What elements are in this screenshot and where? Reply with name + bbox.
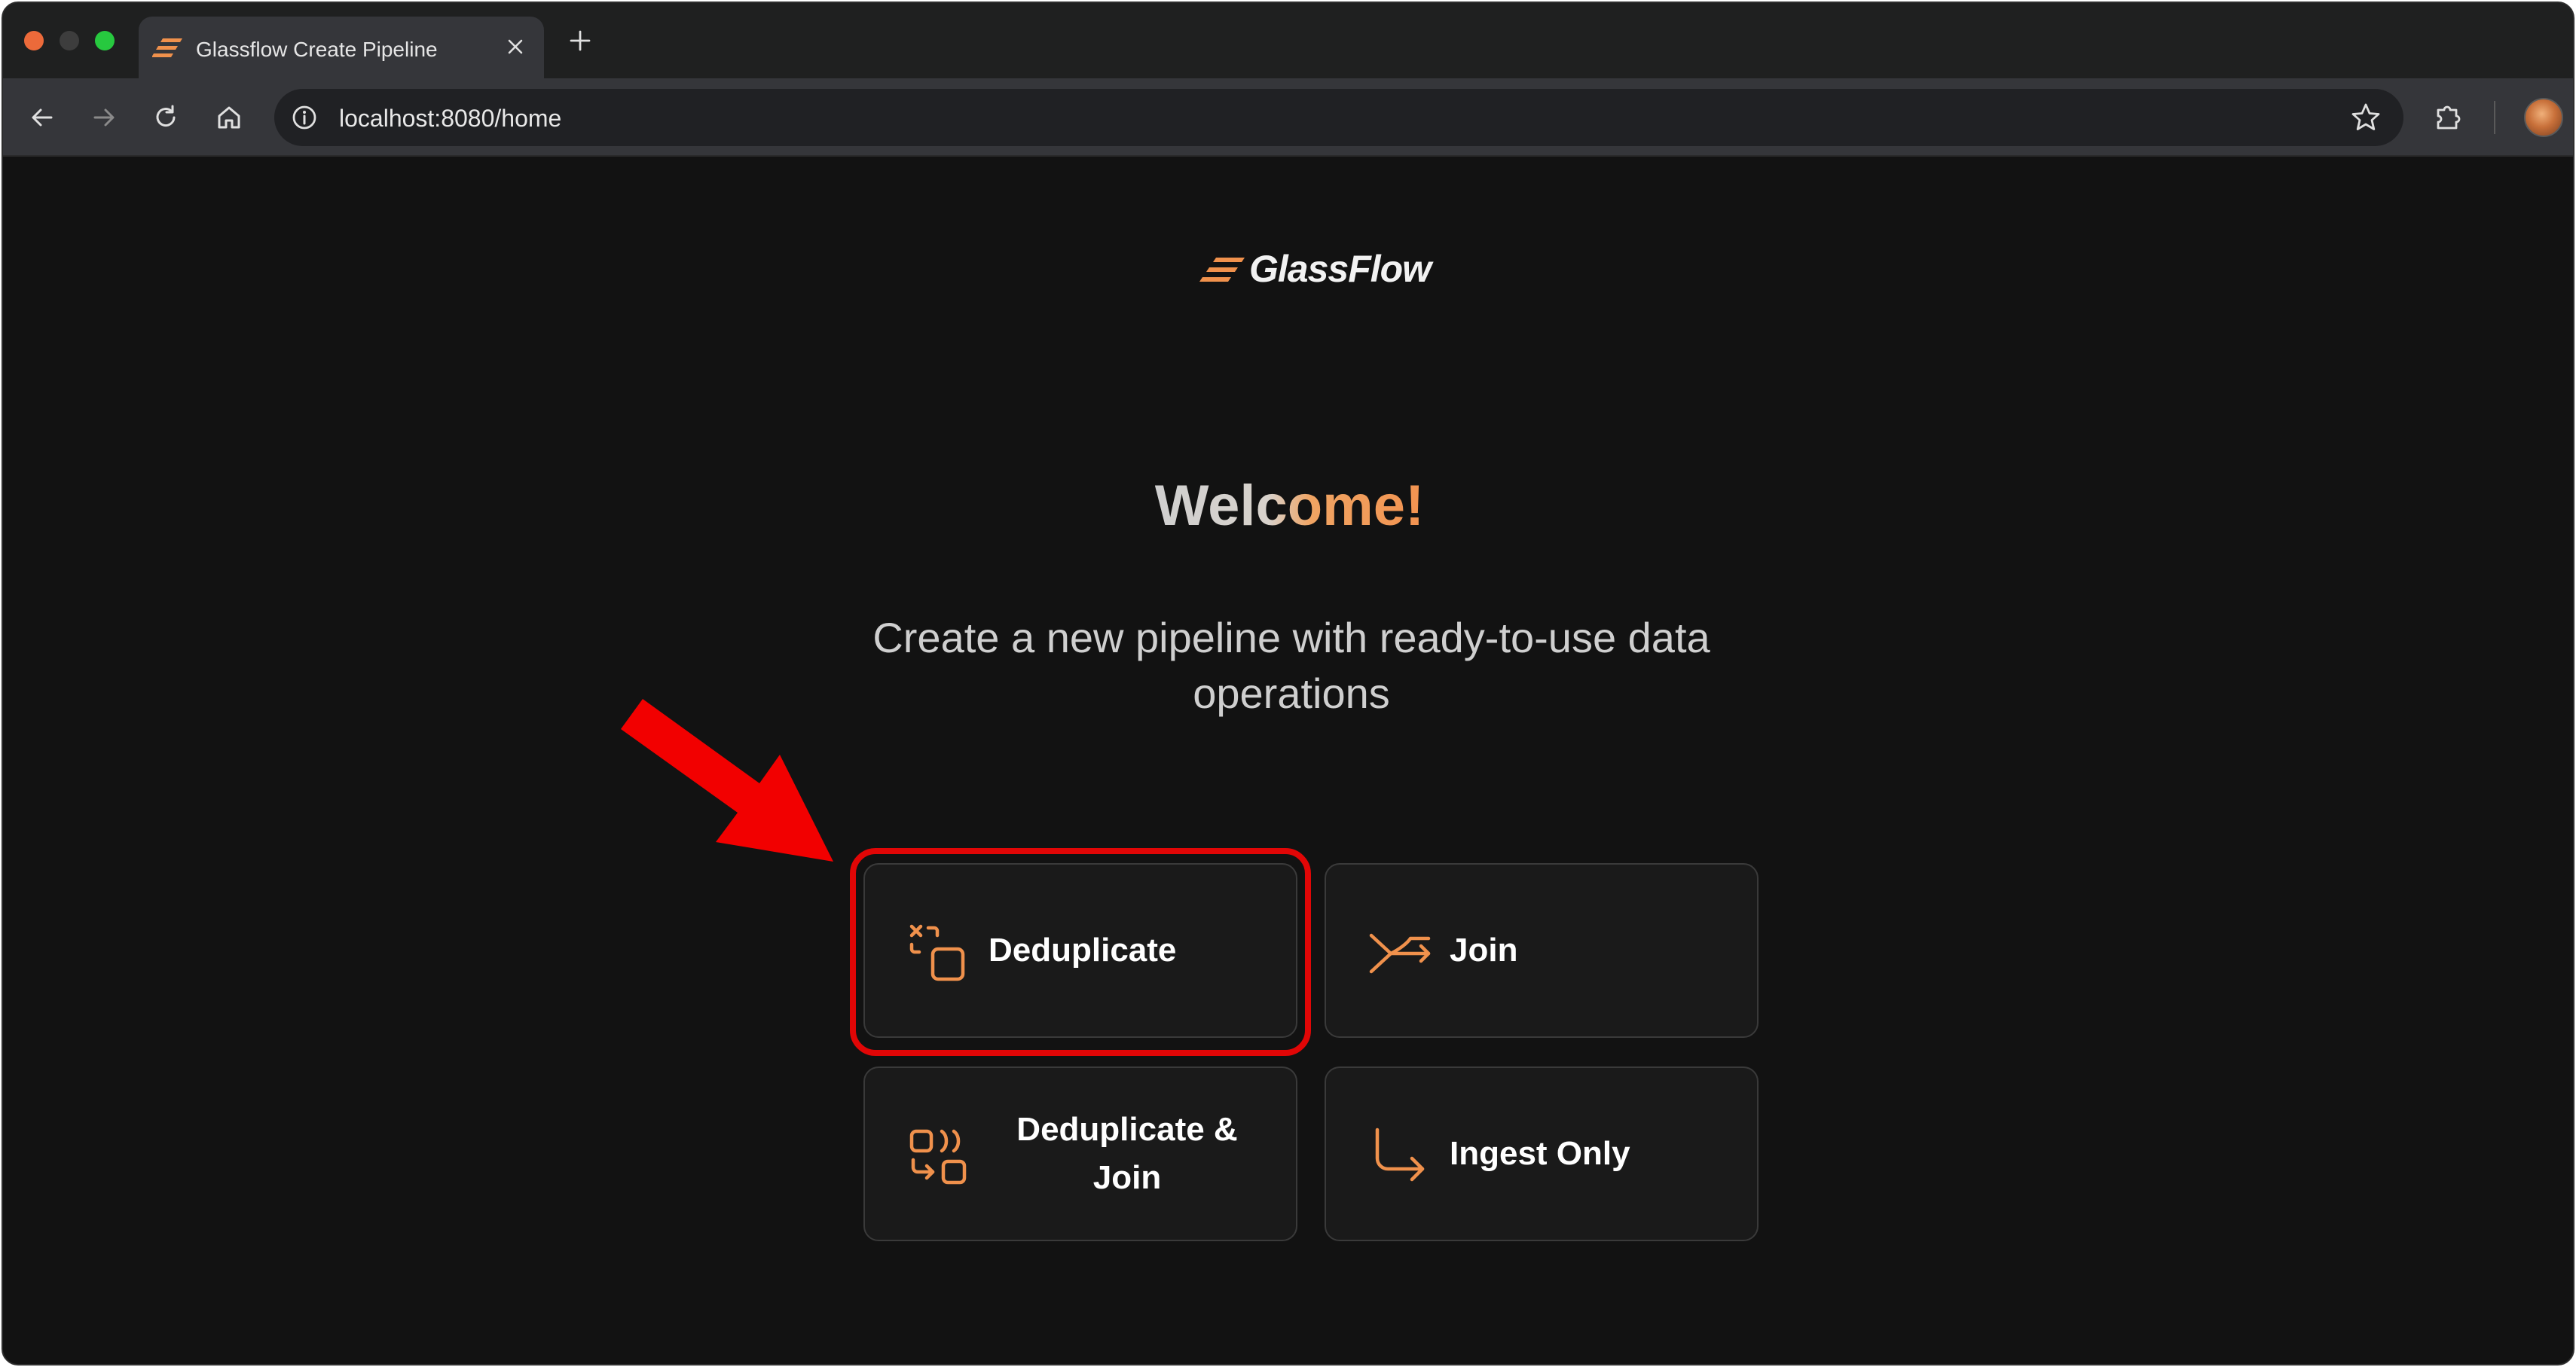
deduplicate-join-label: Deduplicate & Join xyxy=(1016,1111,1238,1196)
glassflow-logo: GlassFlow xyxy=(1199,247,1448,292)
page-title: Welcome! xyxy=(3,474,2573,538)
join-label: Join xyxy=(1450,932,1518,969)
ingest-icon xyxy=(1375,1127,1425,1182)
page-subtitle: Create a new pipeline with ready-to-use … xyxy=(872,614,1710,717)
join-button[interactable]: Join xyxy=(1325,863,1759,1038)
deduplicate-join-icon xyxy=(909,1129,967,1185)
home-icon[interactable] xyxy=(209,98,249,137)
info-icon[interactable] xyxy=(289,102,319,133)
tab-title: Glassflow Create Pipeline xyxy=(196,38,438,61)
toolbar-divider xyxy=(2494,101,2495,134)
plus-icon[interactable] xyxy=(562,23,598,59)
deduplicate-join-button[interactable]: Deduplicate & Join xyxy=(863,1066,1297,1241)
browser-toolbar: localhost:8080/home xyxy=(3,78,2573,157)
pointer-arrow-icon xyxy=(621,699,833,862)
reload-icon[interactable] xyxy=(146,98,185,137)
deduplicate-button[interactable]: Deduplicate xyxy=(863,863,1297,1038)
close-icon[interactable] xyxy=(499,30,532,63)
window-maximize-button[interactable] xyxy=(95,31,115,50)
page-content: GlassFlow Welcome! Create a new pipeline… xyxy=(3,158,2573,1364)
star-icon[interactable] xyxy=(2349,101,2382,134)
welcome-title-text: Welcome! xyxy=(1154,474,1425,538)
browser-tab[interactable]: Glassflow Create Pipeline xyxy=(139,17,544,78)
window-minimize-button[interactable] xyxy=(60,31,79,50)
address-bar[interactable]: localhost:8080/home xyxy=(274,89,2403,146)
join-icon xyxy=(1369,933,1431,974)
glassflow-logo-icon xyxy=(152,38,182,57)
window-close-button[interactable] xyxy=(24,31,44,50)
glassflow-logo-icon xyxy=(1199,258,1245,282)
ingest-only-label: Ingest Only xyxy=(1450,1135,1630,1172)
browser-window: Glassflow Create Pipeline localhost:8080… xyxy=(2,2,2574,1365)
deduplicate-label: Deduplicate xyxy=(989,932,1177,969)
brand-name: GlassFlow xyxy=(1249,248,1432,290)
ingest-only-button[interactable]: Ingest Only xyxy=(1325,1066,1759,1241)
puzzle-icon[interactable] xyxy=(2429,98,2468,137)
arrow-left-icon[interactable] xyxy=(23,98,62,137)
tab-strip: Glassflow Create Pipeline xyxy=(3,3,2573,78)
avatar[interactable] xyxy=(2524,98,2563,137)
url-text[interactable]: localhost:8080/home xyxy=(339,105,561,133)
arrow-right-icon[interactable] xyxy=(84,98,124,137)
deduplicate-icon xyxy=(909,924,965,981)
